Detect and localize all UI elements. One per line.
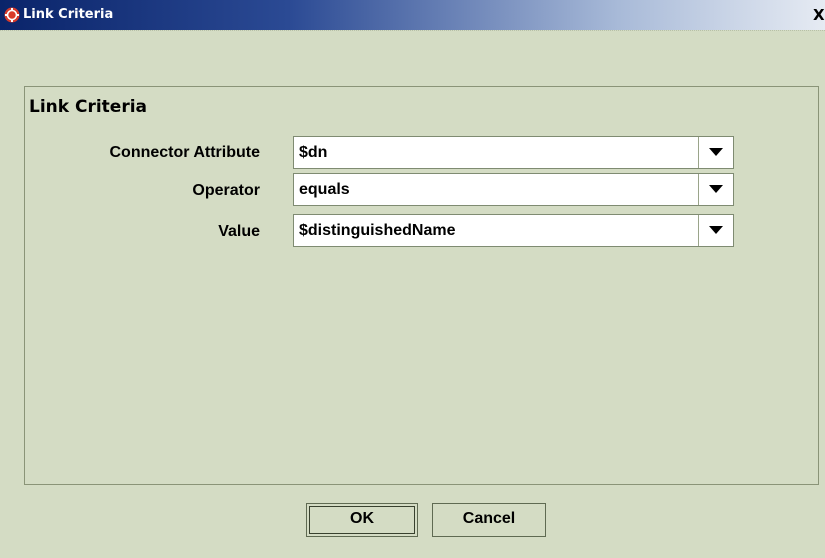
link-criteria-dialog: Link Criteria X Link Criteria Connector … <box>0 0 825 558</box>
operator-select[interactable]: equals <box>293 173 734 206</box>
value-select[interactable]: $distinguishedName <box>293 214 734 247</box>
panel-title: Link Criteria <box>29 97 148 117</box>
value-dropdown-button[interactable] <box>698 215 733 246</box>
connector-attribute-dropdown-button[interactable] <box>698 137 733 168</box>
operator-label: Operator <box>192 182 260 199</box>
value-value: $distinguishedName <box>299 222 456 239</box>
value-label: Value <box>218 223 260 240</box>
ok-button[interactable]: OK <box>306 503 418 537</box>
connector-attribute-label: Connector Attribute <box>109 144 260 161</box>
close-button[interactable]: X <box>813 7 825 23</box>
app-logo-icon <box>4 7 20 23</box>
title-divider <box>0 30 825 31</box>
cancel-button[interactable]: Cancel <box>432 503 546 537</box>
operator-dropdown-button[interactable] <box>698 174 733 205</box>
window-title: Link Criteria <box>23 7 114 22</box>
title-bar[interactable]: Link Criteria X <box>0 0 825 30</box>
chevron-down-icon <box>709 148 723 156</box>
connector-attribute-value: $dn <box>299 144 328 161</box>
operator-value: equals <box>299 181 350 198</box>
connector-attribute-select[interactable]: $dn <box>293 136 734 169</box>
chevron-down-icon <box>709 185 723 193</box>
chevron-down-icon <box>709 226 723 234</box>
